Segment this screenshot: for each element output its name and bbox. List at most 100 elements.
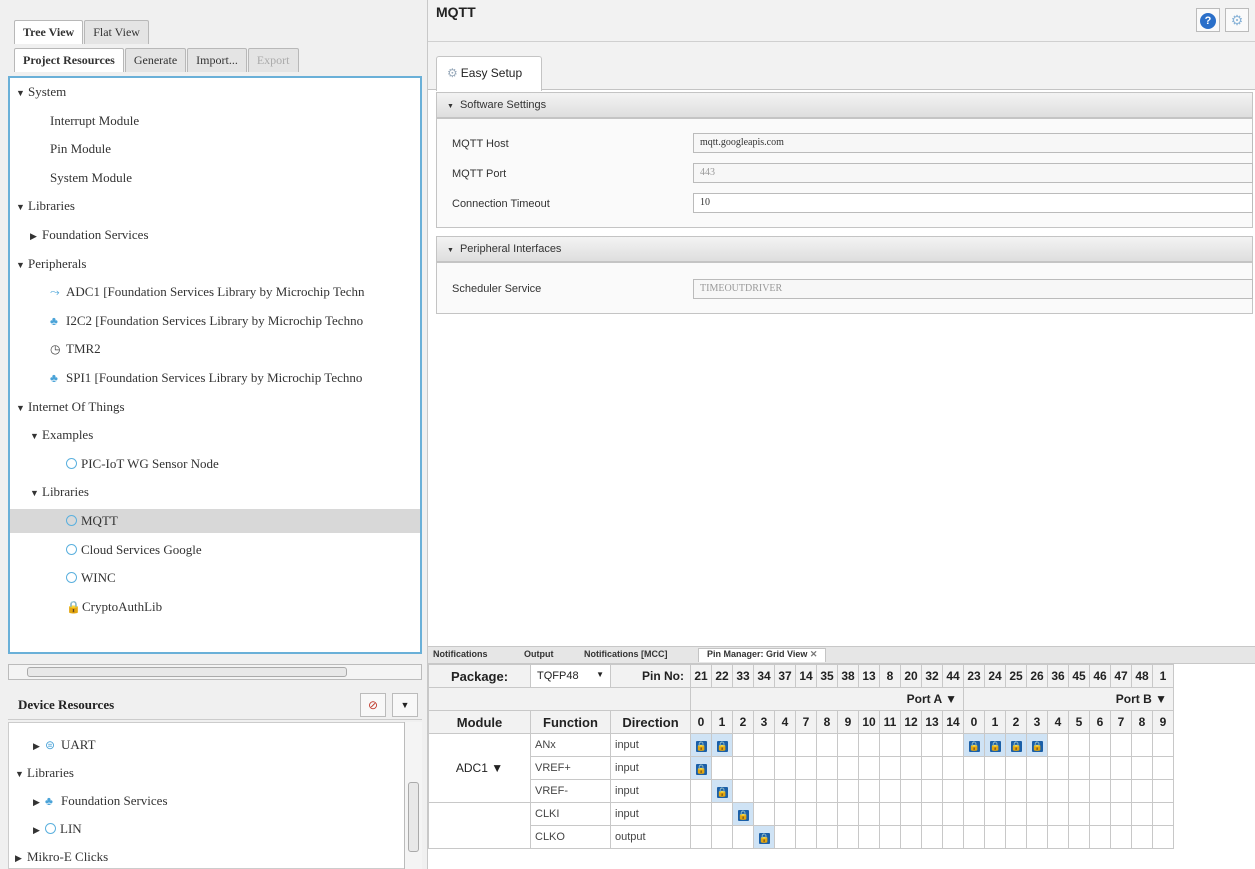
- pin-cell[interactable]: [1089, 756, 1111, 780]
- pin-cell[interactable]: [1026, 756, 1048, 780]
- pin-cell[interactable]: [921, 825, 943, 849]
- collapsed-icon[interactable]: ▶: [33, 790, 45, 814]
- pin-cell[interactable]: [690, 802, 712, 826]
- pin-cell[interactable]: [1068, 733, 1090, 757]
- pin-cell[interactable]: [1110, 733, 1132, 757]
- pin-cell[interactable]: [1047, 756, 1069, 780]
- pin-cell[interactable]: [921, 733, 943, 757]
- horizontal-scrollbar[interactable]: [8, 664, 422, 680]
- pin-cell[interactable]: [879, 756, 901, 780]
- tab-tree-view[interactable]: Tree View: [14, 20, 84, 44]
- pin-cell[interactable]: [963, 825, 985, 849]
- pin-cell[interactable]: [711, 825, 733, 849]
- pin-cell[interactable]: [1047, 733, 1069, 757]
- pin-cell[interactable]: [1068, 802, 1090, 826]
- pin-cell[interactable]: [837, 825, 859, 849]
- pin-cell[interactable]: [1047, 802, 1069, 826]
- pin-cell[interactable]: [879, 802, 901, 826]
- pin-cell[interactable]: [816, 779, 838, 803]
- pin-cell[interactable]: [858, 733, 880, 757]
- pin-cell[interactable]: [816, 756, 838, 780]
- pin-cell[interactable]: [774, 802, 796, 826]
- pin-cell[interactable]: [837, 779, 859, 803]
- import-button[interactable]: Import...: [187, 48, 247, 72]
- export-button[interactable]: Export: [247, 48, 299, 72]
- pin-cell[interactable]: [921, 756, 943, 780]
- pin-cell[interactable]: [1110, 825, 1132, 849]
- pin-cell[interactable]: [774, 733, 796, 757]
- peripheral-interfaces-section[interactable]: ▼ Peripheral Interfaces: [436, 236, 1253, 262]
- tab-pin-manager[interactable]: Pin Manager: Grid View ✕: [698, 648, 827, 662]
- pin-cell[interactable]: [774, 825, 796, 849]
- tree-item[interactable]: ♣ I2C2 [Foundation Services Library by Mi…: [50, 309, 363, 333]
- tree-item[interactable]: ▼ Libraries: [16, 194, 75, 218]
- tree-item[interactable]: ▼ Examples: [30, 423, 93, 447]
- tree-item[interactable]: MQTT: [10, 509, 420, 533]
- pin-cell[interactable]: [900, 802, 922, 826]
- pin-cell[interactable]: [858, 802, 880, 826]
- pin-cell[interactable]: [795, 733, 817, 757]
- pin-cell[interactable]: [900, 733, 922, 757]
- tree-item[interactable]: ♣ SPI1 [Foundation Services Library by Mi…: [50, 366, 362, 390]
- close-icon[interactable]: ✕: [810, 649, 818, 659]
- pin-cell[interactable]: [942, 802, 964, 826]
- no-icon[interactable]: ⊘: [360, 693, 386, 717]
- tree-item[interactable]: Pin Module: [50, 137, 111, 161]
- generate-button[interactable]: Generate: [124, 48, 187, 72]
- pin-cell[interactable]: [795, 756, 817, 780]
- port-a-header[interactable]: Port A ▼: [690, 687, 964, 711]
- pin-cell[interactable]: [816, 802, 838, 826]
- pin-cell[interactable]: [984, 802, 1006, 826]
- pin-lock-cell[interactable]: 🔒: [690, 733, 712, 757]
- pin-lock-cell[interactable]: 🔒: [984, 733, 1006, 757]
- pin-cell[interactable]: [1110, 756, 1132, 780]
- pin-cell[interactable]: [963, 802, 985, 826]
- pin-cell[interactable]: [1026, 825, 1048, 849]
- pin-cell[interactable]: [900, 756, 922, 780]
- pin-cell[interactable]: [732, 733, 754, 757]
- mqtt-port-field[interactable]: 443: [693, 163, 1253, 183]
- pin-cell[interactable]: [921, 779, 943, 803]
- pin-cell[interactable]: [795, 779, 817, 803]
- pin-cell[interactable]: [753, 779, 775, 803]
- tree-item[interactable]: PIC-IoT WG Sensor Node: [66, 452, 219, 476]
- pin-cell[interactable]: [1131, 802, 1153, 826]
- pin-cell[interactable]: [732, 756, 754, 780]
- device-tree-item[interactable]: ▼ Libraries: [15, 761, 74, 785]
- pin-cell[interactable]: [942, 756, 964, 780]
- scroll-thumb[interactable]: [27, 667, 347, 677]
- tree-item[interactable]: ▼ System: [16, 80, 66, 104]
- port-b-header[interactable]: Port B ▼: [963, 687, 1174, 711]
- pin-cell[interactable]: [732, 825, 754, 849]
- pin-cell[interactable]: [1068, 779, 1090, 803]
- chevron-down-icon[interactable]: ▼: [392, 693, 418, 717]
- pin-cell[interactable]: [1152, 825, 1174, 849]
- pin-cell[interactable]: [816, 733, 838, 757]
- pin-cell[interactable]: [774, 779, 796, 803]
- pin-cell[interactable]: [1131, 825, 1153, 849]
- pin-cell[interactable]: [1047, 825, 1069, 849]
- expanded-icon[interactable]: ▼: [30, 481, 42, 505]
- tree-item[interactable]: ▼ Peripherals: [16, 252, 86, 276]
- pin-cell[interactable]: [900, 825, 922, 849]
- pin-cell[interactable]: [1131, 733, 1153, 757]
- pin-cell[interactable]: [942, 733, 964, 757]
- pin-cell[interactable]: [984, 779, 1006, 803]
- pin-cell[interactable]: [1110, 779, 1132, 803]
- tree-item[interactable]: ▼ Libraries: [30, 480, 89, 504]
- pin-cell[interactable]: [1005, 825, 1027, 849]
- pin-cell[interactable]: [753, 733, 775, 757]
- pin-cell[interactable]: [753, 756, 775, 780]
- expanded-icon[interactable]: ▼: [16, 81, 28, 105]
- tree-item[interactable]: ▶ Foundation Services: [30, 223, 149, 247]
- tree-item[interactable]: WINC: [66, 566, 116, 590]
- pin-cell[interactable]: [942, 825, 964, 849]
- pin-cell[interactable]: [984, 756, 1006, 780]
- pin-cell[interactable]: [879, 779, 901, 803]
- pin-lock-cell[interactable]: 🔒: [1005, 733, 1027, 757]
- pin-cell[interactable]: [1068, 756, 1090, 780]
- pin-cell[interactable]: [1005, 802, 1027, 826]
- pin-cell[interactable]: [942, 779, 964, 803]
- device-tree-item[interactable]: ▶ ⊜ UART: [33, 733, 96, 757]
- pin-cell[interactable]: [795, 802, 817, 826]
